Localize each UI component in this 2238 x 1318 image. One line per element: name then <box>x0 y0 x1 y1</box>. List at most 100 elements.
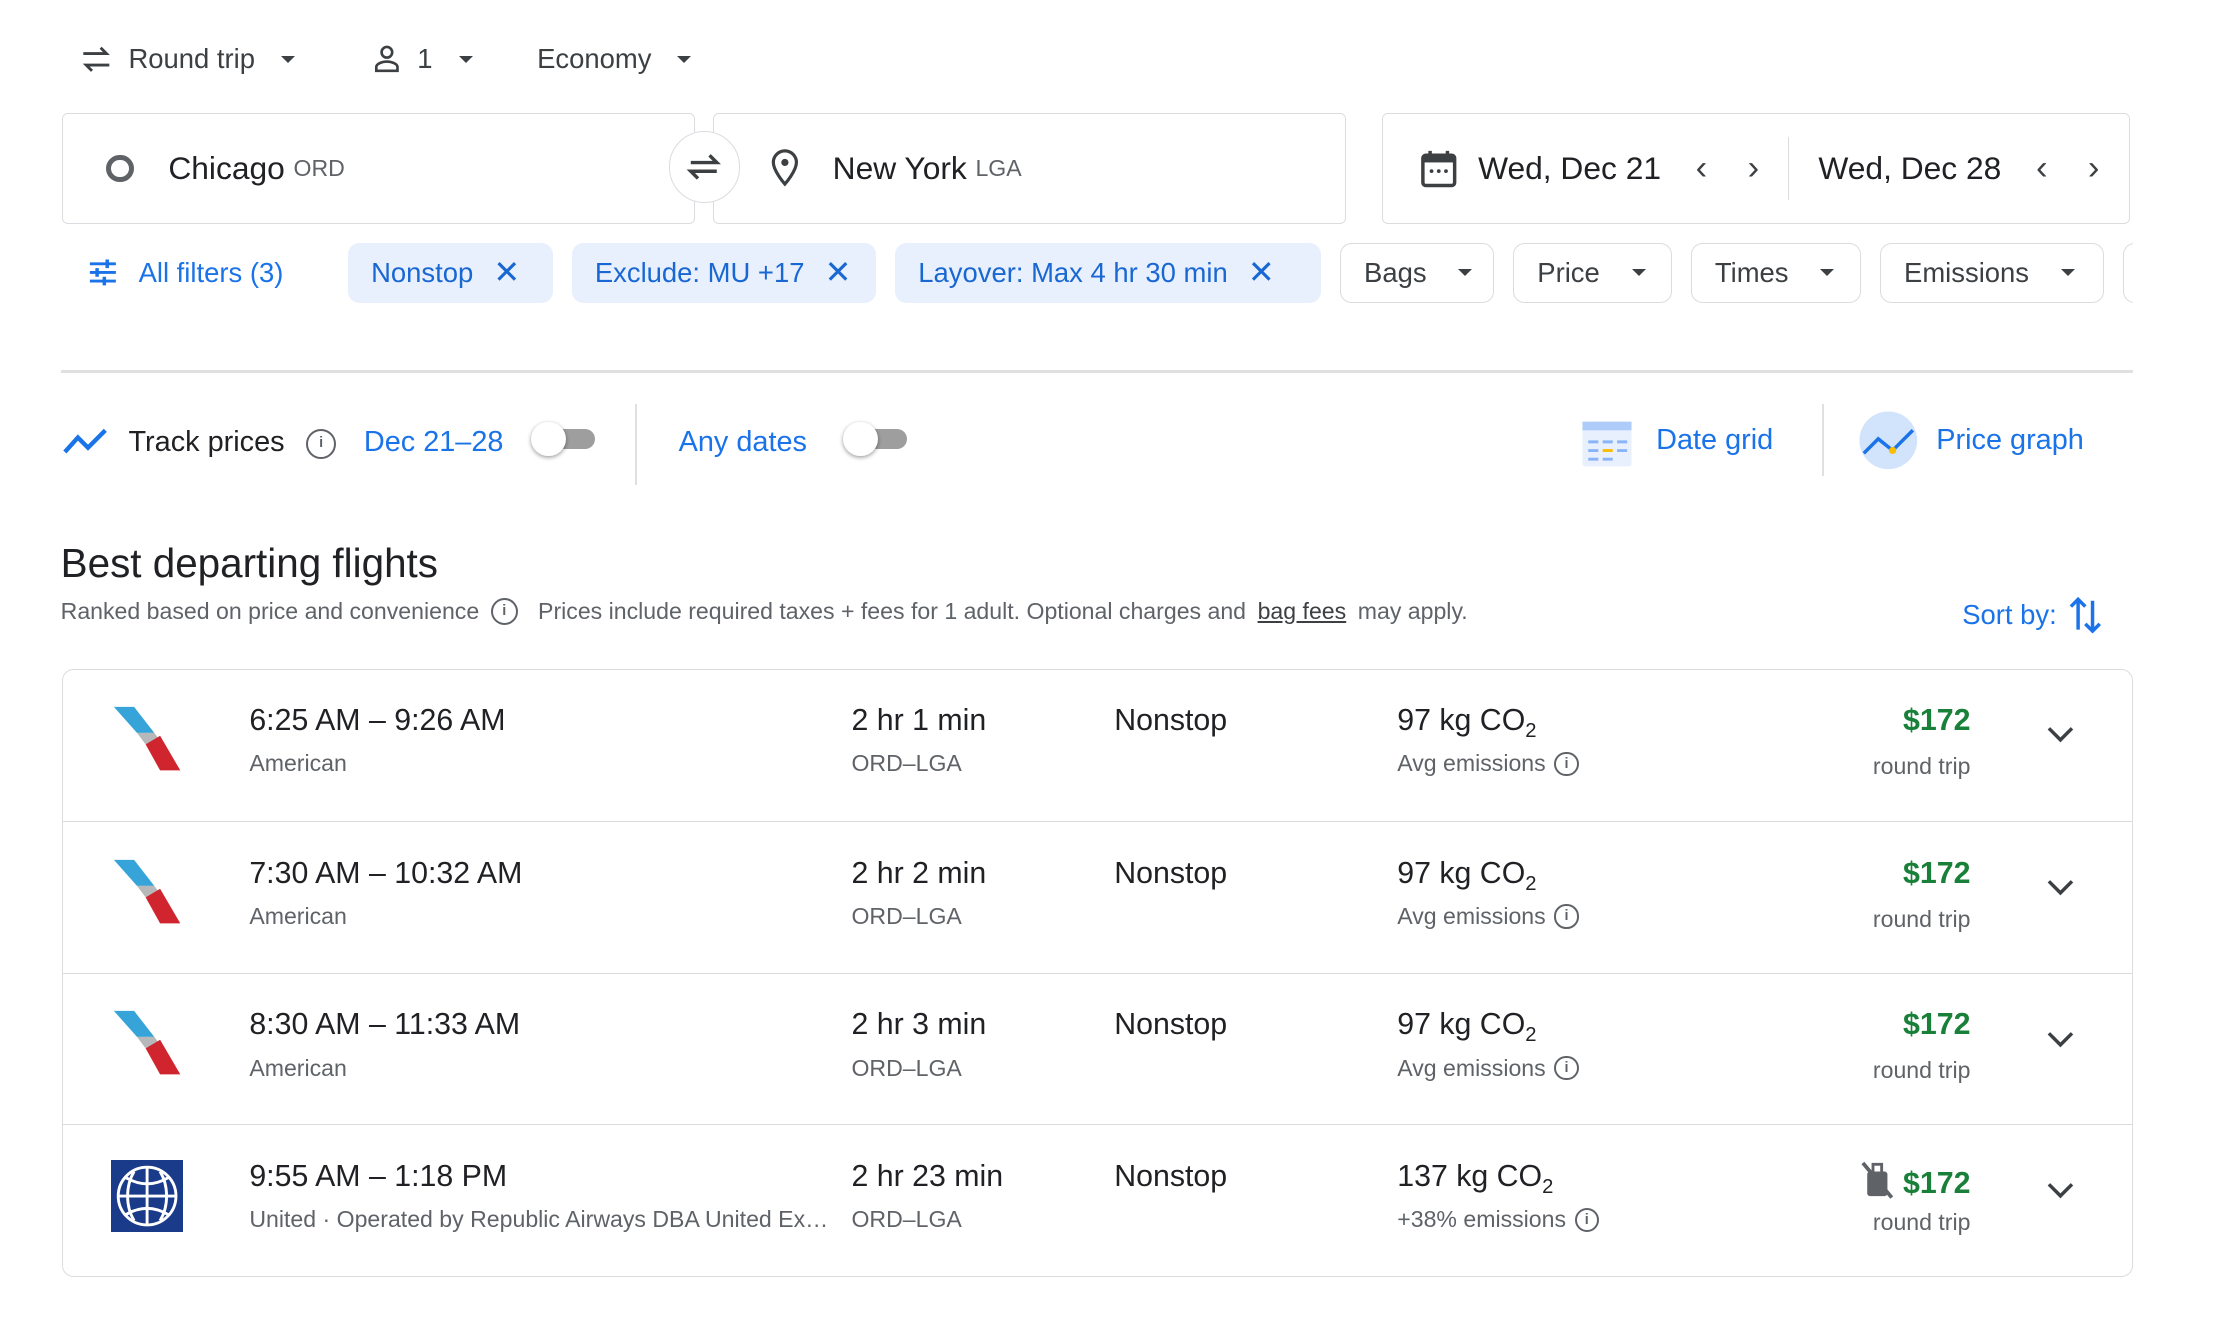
info-icon[interactable]: i <box>1554 1055 1579 1081</box>
date-grid-label: Date grid <box>1656 423 1774 456</box>
price-graph-icon <box>1859 411 1918 470</box>
next-depart-icon[interactable]: › <box>1748 149 1760 188</box>
close-icon[interactable]: ✕ <box>825 254 852 291</box>
airline-name: United · Operated by Republic Airways DB… <box>249 1206 836 1233</box>
flight-price: $172 <box>1903 1008 1971 1042</box>
price-graph-label: Price graph <box>1936 423 2084 456</box>
flight-row[interactable]: 6:25 AM – 9:26 AM American 2 hr 1 min OR… <box>63 670 2132 822</box>
flight-route: ORD–LGA <box>851 1206 962 1233</box>
price-dropdown[interactable]: Price <box>1513 242 1673 304</box>
caret-down-icon <box>677 55 692 63</box>
info-icon[interactable]: i <box>1554 904 1579 929</box>
flight-price: $172 <box>1903 856 1971 890</box>
american-airlines-logo <box>113 1011 181 1075</box>
emissions-note: Avg emissions i <box>1397 903 1579 930</box>
any-dates-toggle[interactable] <box>843 421 907 457</box>
divider <box>635 404 637 486</box>
cabin-label: Economy <box>537 43 652 75</box>
bags-dropdown[interactable]: Bags <box>1339 242 1495 304</box>
track-range: Dec 21–28 <box>363 425 504 458</box>
flight-price: $172 <box>1860 1160 1970 1208</box>
destination-code: LGA <box>975 154 1022 181</box>
chip-nonstop[interactable]: Nonstop ✕ <box>347 242 553 304</box>
origin-circle-icon <box>106 154 134 183</box>
chip-label: Nonstop <box>371 256 474 288</box>
location-pin-icon <box>771 149 799 187</box>
flight-row[interactable]: 9:55 AM – 1:18 PM United · Operated by R… <box>63 1124 2133 1277</box>
swap-button[interactable] <box>668 131 740 203</box>
flight-route: ORD–LGA <box>851 902 962 929</box>
destination-city: New York <box>832 149 967 186</box>
trip-type-select[interactable]: Round trip <box>79 38 295 81</box>
close-icon[interactable]: ✕ <box>493 254 520 291</box>
bag-fees-link[interactable]: bag fees <box>1258 598 1347 625</box>
info-icon[interactable]: i <box>1554 751 1579 776</box>
calendar-icon <box>1421 151 1457 188</box>
divider <box>1822 404 1824 477</box>
flight-list: 6:25 AM – 9:26 AM American 2 hr 1 min OR… <box>62 668 2134 1277</box>
flight-emissions: 97 kg CO2 <box>1397 856 1537 895</box>
caret-down-icon <box>2060 269 2075 277</box>
info-icon[interactable]: i <box>1574 1207 1599 1232</box>
price-type: round trip <box>1872 1057 1971 1084</box>
chip-layover[interactable]: Layover: Max 4 hr 30 min ✕ <box>895 242 1322 304</box>
chip-exclude[interactable]: Exclude: MU +17 ✕ <box>571 242 877 304</box>
any-dates-label: Any dates <box>678 425 807 458</box>
next-return-icon[interactable]: › <box>2088 149 2100 188</box>
chevron-down-icon[interactable] <box>2046 1029 2075 1049</box>
no-carry-on-bag-icon <box>1861 1161 1893 1199</box>
price-type: round trip <box>1872 753 1971 780</box>
date-grid-button[interactable]: Date grid <box>1581 413 1773 468</box>
dropdown-label: Price <box>1537 256 1600 288</box>
price-graph-button[interactable]: Price graph <box>1858 410 2084 471</box>
flight-times: 6:25 AM – 9:26 AM <box>249 704 506 738</box>
info-icon[interactable]: i <box>306 428 337 459</box>
chevron-down-icon[interactable] <box>2046 724 2075 744</box>
sort-arrows-icon <box>2069 596 2102 634</box>
prev-depart-icon[interactable]: ‹ <box>1696 149 1708 188</box>
date-picker[interactable]: Wed, Dec 21 ‹ › Wed, Dec 28 ‹ › <box>1381 112 2131 225</box>
american-airlines-logo <box>113 859 181 924</box>
info-icon[interactable]: i <box>490 597 518 625</box>
times-dropdown[interactable]: Times <box>1690 242 1862 304</box>
flight-stops: Nonstop <box>1114 1159 1228 1193</box>
airline-logo <box>111 1008 183 1086</box>
passengers-select[interactable]: 1 <box>371 38 473 81</box>
price-type: round trip <box>1872 905 1971 932</box>
origin-input[interactable]: Chicago ORD <box>62 112 696 225</box>
destination-input[interactable]: New York LGA <box>713 112 1347 225</box>
depart-date[interactable]: Wed, Dec 21 <box>1478 150 1661 187</box>
chip-label: Layover: Max 4 hr 30 min <box>918 256 1228 288</box>
flight-duration: 2 hr 3 min <box>851 1008 987 1042</box>
united-airlines-logo <box>110 1159 183 1233</box>
airline-logo <box>111 704 183 782</box>
chip-overflow-mask <box>2132 231 2238 318</box>
close-icon[interactable]: ✕ <box>1248 254 1275 291</box>
flight-stops: Nonstop <box>1114 856 1228 890</box>
date-grid-icon <box>1582 421 1632 467</box>
all-filters-label: All filters (3) <box>138 256 284 288</box>
trip-type-label: Round trip <box>128 43 256 75</box>
person-icon <box>375 45 399 73</box>
airline-name: American <box>249 902 347 929</box>
dropdown-label: Times <box>1714 256 1789 288</box>
sort-by-button[interactable]: Sort by: <box>1962 595 2103 635</box>
flight-route: ORD–LGA <box>851 1054 962 1081</box>
track-prices-toggle[interactable] <box>531 421 595 457</box>
chevron-down-icon[interactable] <box>2046 1180 2075 1200</box>
section-title: Best departing flights <box>60 540 438 587</box>
may-apply-text: may apply. <box>1357 597 1468 624</box>
emissions-dropdown[interactable]: Emissions <box>1879 242 2104 304</box>
flight-row[interactable]: 8:30 AM – 11:33 AM American 2 hr 3 min O… <box>63 972 2133 1126</box>
flight-stops: Nonstop <box>1114 704 1228 738</box>
flight-row[interactable]: 7:30 AM – 10:32 AM American 2 hr 2 min O… <box>63 821 2133 974</box>
track-prices-label: Track prices <box>128 425 285 458</box>
dropdown-label: Emissions <box>1904 256 2029 288</box>
prev-return-icon[interactable]: ‹ <box>2036 149 2048 188</box>
all-filters-button[interactable]: All filters (3) <box>64 243 307 304</box>
return-date[interactable]: Wed, Dec 28 <box>1818 150 2001 187</box>
emissions-note: Avg emissions i <box>1397 1055 1579 1082</box>
chevron-down-icon[interactable] <box>2046 877 2075 897</box>
flight-duration: 2 hr 1 min <box>851 704 987 738</box>
cabin-select[interactable]: Economy <box>537 38 692 81</box>
